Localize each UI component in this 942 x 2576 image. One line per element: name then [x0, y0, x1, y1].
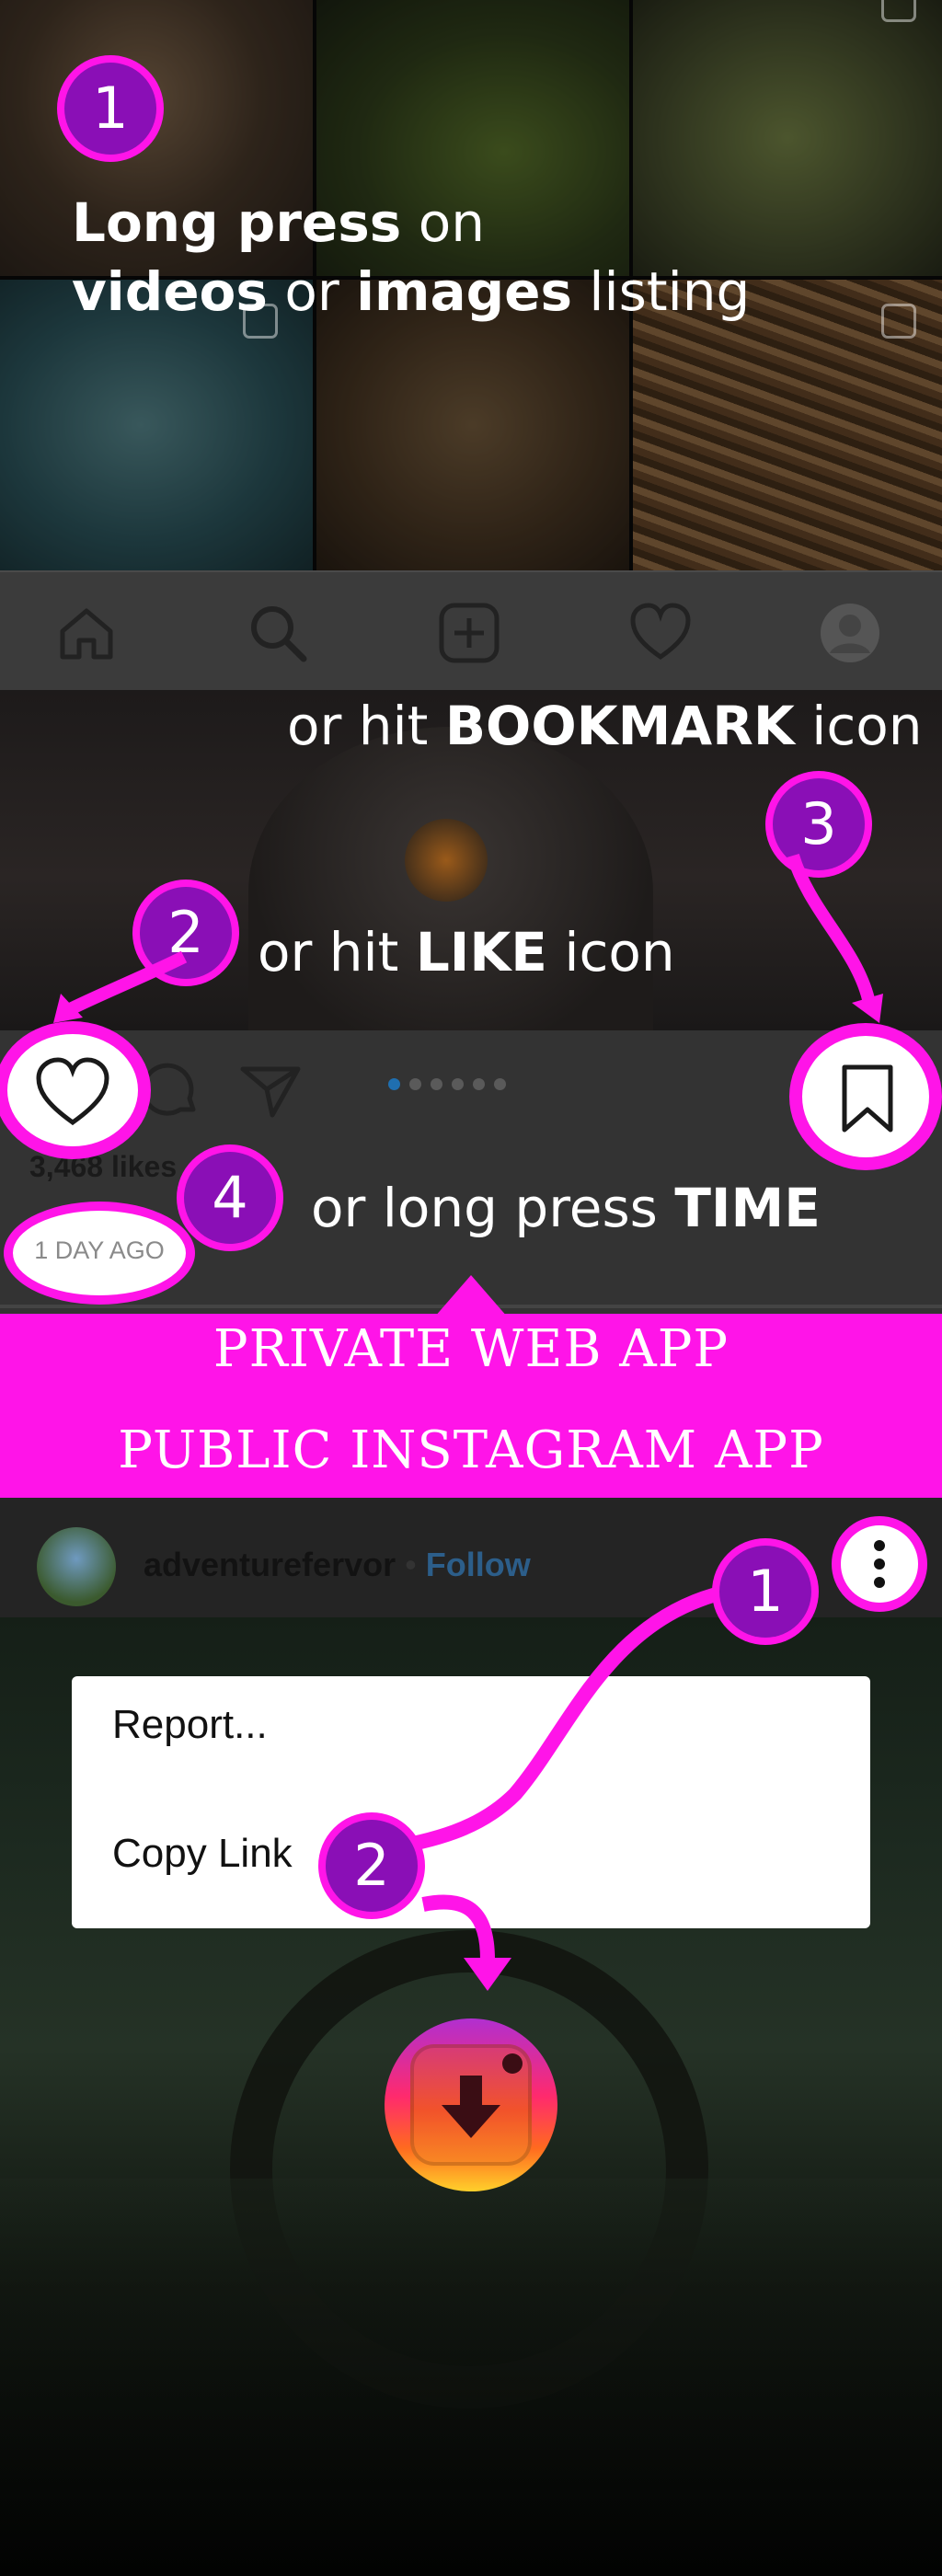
post-time-label: 1 DAY AGO	[34, 1236, 165, 1264]
download-arrow-icon	[442, 2076, 500, 2138]
menu-item-report[interactable]: Report...	[112, 1702, 268, 1748]
carousel-indicator	[388, 1076, 515, 1091]
bookmark-button[interactable]	[789, 1023, 942, 1170]
ig-step-1-badge: 1	[712, 1538, 819, 1645]
step-1-badge: 1	[57, 55, 164, 162]
ig-avatar[interactable]	[37, 1527, 116, 1606]
banner-public-instagram-app: PUBLIC INSTAGRAM APP	[118, 1420, 824, 1480]
more-options-icon	[874, 1540, 885, 1588]
media-grid: 1 Long press on videos or images listing	[0, 0, 942, 570]
step-2-caption: or hit LIKE icon	[258, 921, 675, 983]
carousel-dot	[473, 1078, 485, 1090]
step-4-caption: or long press TIME	[311, 1177, 821, 1239]
search-icon[interactable]	[245, 600, 311, 666]
menu-item-copy-link[interactable]: Copy Link	[112, 1831, 293, 1877]
carousel-dot	[409, 1078, 421, 1090]
bottom-nav-bar	[0, 570, 942, 690]
carousel-dot	[494, 1078, 506, 1090]
ig-username[interactable]: adventurefervor	[144, 1546, 396, 1583]
app-banner: PRIVATE WEB APP PUBLIC INSTAGRAM APP	[0, 1314, 942, 1498]
ig-follow-link[interactable]: Follow	[426, 1546, 531, 1583]
post-subject-highlight	[405, 819, 488, 902]
step-1-caption: Long press on videos or images listing	[72, 191, 751, 324]
bookmark-icon	[842, 1064, 893, 1133]
step-3-number: 3	[773, 778, 865, 870]
profile-avatar-icon[interactable]	[817, 600, 883, 666]
ig-user-line: adventurefervor • Follow	[144, 1546, 531, 1584]
home-icon[interactable]	[53, 600, 120, 666]
more-options-button[interactable]	[832, 1516, 927, 1612]
step-3-caption: or hit BOOKMARK icon	[287, 695, 923, 757]
step-4-badge: 4	[177, 1144, 283, 1251]
step-2-badge: 2	[132, 880, 239, 986]
banner-arrow-up	[434, 1275, 508, 1317]
like-button[interactable]	[0, 1021, 151, 1159]
ig-step-2-badge: 2	[318, 1812, 425, 1919]
water-reflection	[0, 2179, 942, 2576]
step-1-number: 1	[64, 63, 156, 155]
banner-private-web-app: PRIVATE WEB APP	[213, 1319, 729, 1379]
add-post-icon[interactable]	[436, 600, 502, 666]
share-icon[interactable]	[237, 1058, 304, 1122]
ig-separator: •	[405, 1546, 417, 1583]
step-4-number: 4	[184, 1152, 276, 1244]
post-time[interactable]: 1 DAY AGO	[4, 1202, 195, 1305]
select-checkbox[interactable]	[881, 304, 916, 339]
ig-step-2-number: 2	[326, 1820, 418, 1912]
select-checkbox[interactable]	[881, 0, 916, 22]
downloader-app-icon[interactable]	[385, 2018, 557, 2191]
app-icon-lens-dot	[502, 2053, 523, 2074]
carousel-dot	[452, 1078, 464, 1090]
carousel-dot	[431, 1078, 442, 1090]
carousel-dot	[388, 1078, 400, 1090]
tutorial-page: 1 Long press on videos or images listing	[0, 0, 942, 2576]
step-2-number: 2	[140, 887, 232, 979]
heart-icon	[36, 1057, 109, 1126]
ig-step-1-number: 1	[719, 1546, 811, 1638]
step-3-badge: 3	[765, 771, 872, 878]
activity-heart-icon[interactable]	[627, 600, 694, 666]
options-menu: Report... Copy Link	[72, 1676, 870, 1928]
